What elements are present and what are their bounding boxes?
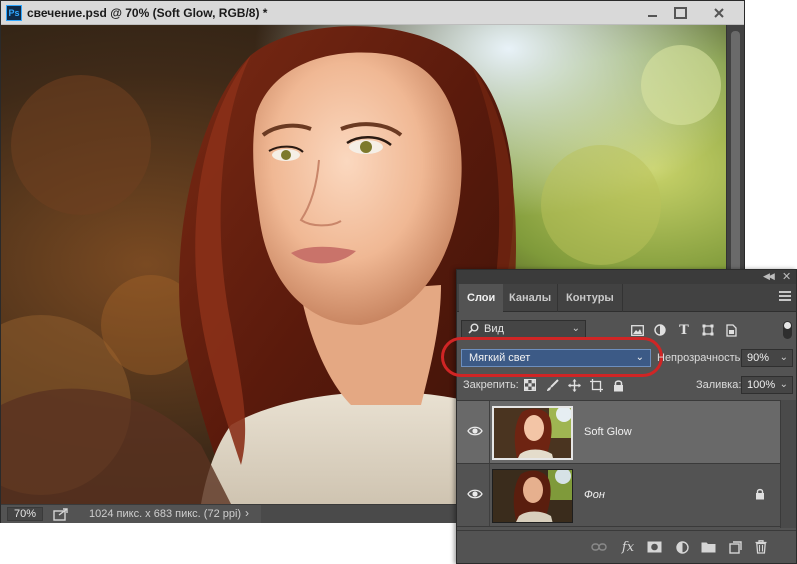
lock-position-icon[interactable] xyxy=(567,378,581,392)
panel-tabbar: Слои Каналы Контуры xyxy=(457,284,796,313)
eye-icon xyxy=(467,489,483,499)
maximize-button[interactable] xyxy=(666,1,694,24)
opacity-field[interactable]: 90% ⌄ xyxy=(741,349,793,367)
eye-icon xyxy=(467,426,483,436)
share-icon[interactable] xyxy=(53,507,69,521)
search-icon xyxy=(468,323,479,334)
panel-footer: fx xyxy=(457,530,796,563)
lock-artboard-icon[interactable] xyxy=(589,378,603,392)
lock-image-pixels-icon[interactable] xyxy=(545,378,559,392)
lock-all-icon[interactable] xyxy=(611,378,625,392)
lock-label: Закрепить: xyxy=(463,379,519,391)
chevron-down-icon[interactable]: ⌄ xyxy=(780,377,788,393)
image-filter-icon[interactable] xyxy=(629,322,645,338)
link-layers-icon[interactable] xyxy=(591,539,607,555)
close-icon xyxy=(714,7,724,18)
panel-topbar[interactable]: ◀◀ ✕ xyxy=(457,270,796,284)
layer-name[interactable]: Фон xyxy=(584,489,605,501)
type-filter-icon[interactable]: T xyxy=(676,322,692,338)
layers-panel: ◀◀ ✕ Слои Каналы Контуры Вид ⌄ T Мягкий … xyxy=(441,269,797,564)
layer-filter-row: Вид ⌄ T xyxy=(457,318,796,342)
layer-row-background[interactable]: Фон xyxy=(457,464,780,527)
new-group-icon[interactable] xyxy=(700,539,716,555)
zoom-field[interactable]: 70% xyxy=(7,507,43,521)
layer-row-soft-glow[interactable]: Soft Glow xyxy=(457,401,780,464)
layer-lock-icon xyxy=(756,488,764,500)
fill-field[interactable]: 100% ⌄ xyxy=(741,376,793,394)
document-title: свечение.psd @ 70% (Soft Glow, RGB/8) * xyxy=(27,6,268,20)
blend-row: Мягкий свет ⌄ Непрозрачность: 90% ⌄ xyxy=(441,337,796,377)
adjustment-layer-icon[interactable] xyxy=(674,539,690,555)
adjustment-filter-icon[interactable] xyxy=(652,322,668,338)
panel-close-icon[interactable]: ✕ xyxy=(782,270,791,283)
blend-mode-label: Мягкий свет xyxy=(469,352,531,364)
close-button[interactable] xyxy=(695,1,743,24)
tab-layers[interactable]: Слои xyxy=(459,284,504,313)
opacity-value: 90% xyxy=(747,352,770,364)
add-mask-icon[interactable] xyxy=(646,539,662,555)
ps-logo-icon: Ps xyxy=(6,5,22,21)
blend-mode-select[interactable]: Мягкий свет ⌄ xyxy=(461,349,651,367)
tab-paths[interactable]: Контуры xyxy=(557,284,623,312)
status-arrow-icon[interactable]: › xyxy=(245,506,249,520)
layer-thumbnail[interactable] xyxy=(492,406,573,460)
smart-object-filter-icon[interactable] xyxy=(723,322,739,338)
fill-label: Заливка: xyxy=(696,379,742,391)
collapse-icon[interactable]: ◀◀ xyxy=(763,271,775,282)
document-size-info: 1024 пикс. x 683 пикс. (72 ppi) xyxy=(89,508,242,520)
fill-value: 100% xyxy=(747,379,776,391)
panel-menu-icon[interactable] xyxy=(779,291,791,303)
chevron-down-icon: ⌄ xyxy=(635,352,644,363)
opacity-label: Непрозрачность: xyxy=(657,352,744,364)
visibility-toggle[interactable] xyxy=(457,401,490,463)
fx-icon[interactable]: fx xyxy=(620,539,636,555)
new-layer-icon[interactable] xyxy=(727,539,743,555)
filter-toggle[interactable] xyxy=(783,321,792,339)
visibility-toggle[interactable] xyxy=(457,464,490,526)
chevron-down-icon: ⌄ xyxy=(571,323,580,334)
trash-icon[interactable] xyxy=(753,539,769,555)
filter-kind-select[interactable]: Вид ⌄ xyxy=(461,320,586,338)
shape-filter-icon[interactable] xyxy=(700,322,716,338)
fx-label: fx xyxy=(621,539,635,555)
tab-channels[interactable]: Каналы xyxy=(501,284,559,312)
lock-transparent-pixels-icon[interactable] xyxy=(523,378,537,392)
minimize-button[interactable] xyxy=(638,1,666,24)
chevron-down-icon[interactable]: ⌄ xyxy=(780,350,788,366)
layer-thumbnail[interactable] xyxy=(492,469,573,523)
layer-name[interactable]: Soft Glow xyxy=(584,426,632,438)
document-titlebar[interactable]: Ps свечение.psd @ 70% (Soft Glow, RGB/8)… xyxy=(1,1,744,25)
lock-row: Закрепить: Заливка: 100% ⌄ xyxy=(457,374,796,396)
layers-list-scrollbar[interactable] xyxy=(780,400,796,528)
filter-kind-label: Вид xyxy=(484,323,504,335)
layers-list: Soft Glow Фон xyxy=(457,400,780,528)
